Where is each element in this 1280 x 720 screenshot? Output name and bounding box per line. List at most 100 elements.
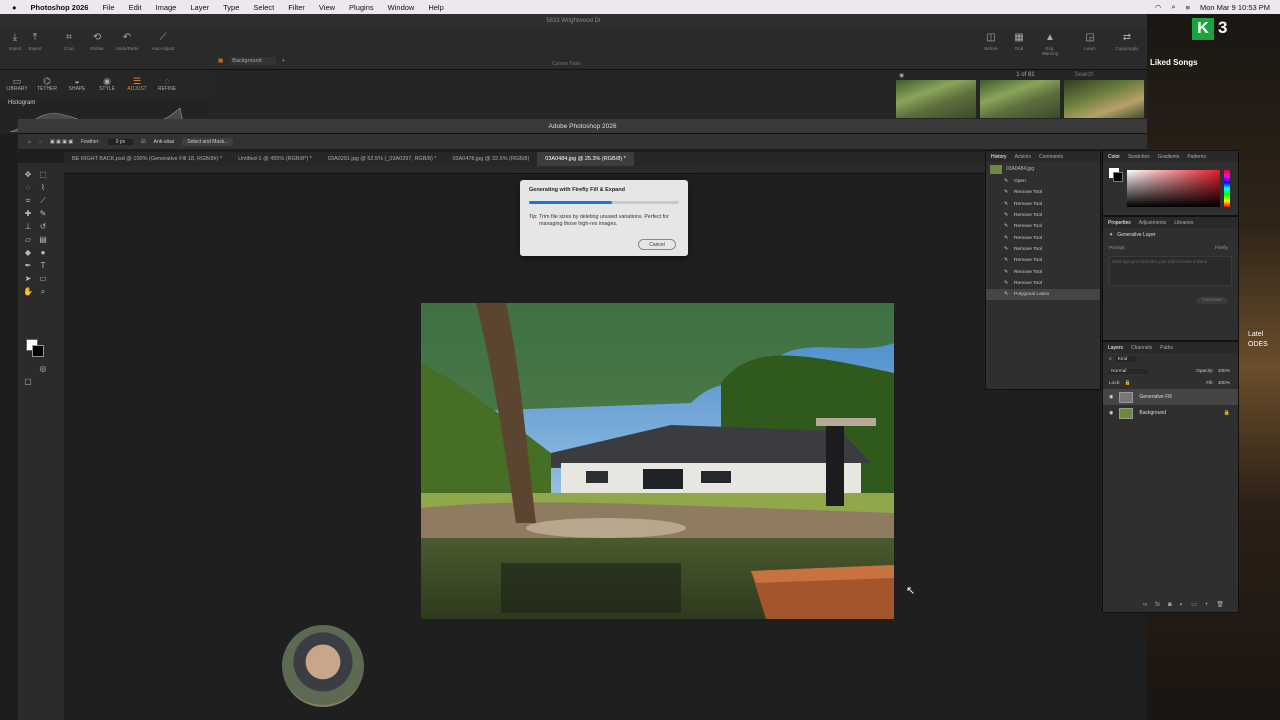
color-spectrum[interactable] [1127, 170, 1220, 207]
tab-paths[interactable]: Paths [1160, 345, 1173, 351]
auto-adjust-button[interactable]: ⟋ Auto Adjust [150, 32, 176, 51]
history-item[interactable]: ✎ Remove Tool [986, 210, 1100, 221]
pen-tool-icon[interactable]: ✒ [22, 260, 34, 271]
tab-actions[interactable]: Actions [1015, 154, 1031, 160]
menu-select[interactable]: Select [253, 3, 274, 12]
layer-row-background[interactable]: ◉ Background 🔒 [1103, 405, 1238, 421]
exposure-warning-button[interactable]: ▲ Exp. Warning [1037, 32, 1063, 56]
history-snapshot[interactable]: 03A0484.jpg [986, 162, 1100, 176]
history-item[interactable]: ✎ Open [986, 176, 1100, 187]
tab-swatches[interactable]: Swatches [1128, 154, 1150, 160]
link-icon[interactable]: ∞ [1143, 602, 1147, 608]
history-item[interactable]: ✎ Remove Tool [986, 278, 1100, 289]
type-tool-icon[interactable]: T [37, 260, 49, 271]
quick-mask-icon[interactable]: ◎ [37, 363, 49, 374]
quick-select-tool-icon[interactable]: ⌇ [37, 182, 49, 193]
learn-button[interactable]: ◲ Learn [1077, 32, 1103, 51]
copy-apply-button[interactable]: ⇄ Copy/Apply [1114, 32, 1140, 51]
select-and-mask-button[interactable]: Select and Mask... [182, 137, 234, 146]
crop-tool-icon[interactable]: ⌗ [22, 195, 34, 206]
screen-mode-icon[interactable]: ▢ [22, 376, 34, 387]
layer-select[interactable]: Background [229, 57, 276, 65]
feather-input[interactable]: 0 px [107, 138, 134, 145]
menu-plugins[interactable]: Plugins [349, 3, 374, 12]
menu-edit[interactable]: Edit [129, 3, 142, 12]
filmstrip-search[interactable]: Search [1075, 72, 1094, 78]
menu-help[interactable]: Help [428, 3, 443, 12]
tab-history[interactable]: History [991, 154, 1007, 160]
filmstrip-thumbnail[interactable] [980, 80, 1060, 118]
menu-layer[interactable]: Layer [190, 3, 209, 12]
cancel-button[interactable]: Cancel [638, 239, 676, 250]
wifi-icon[interactable]: ◠ [1155, 3, 1162, 12]
history-item[interactable]: ✎ Remove Tool [986, 232, 1100, 243]
zoom-tool-icon[interactable]: ⌕ [37, 286, 49, 297]
filmstrip-thumbnail[interactable] [896, 80, 976, 118]
document-image[interactable] [421, 303, 894, 619]
tab-library[interactable]: ▭ LIBRARY [4, 76, 30, 92]
menu-view[interactable]: View [319, 3, 335, 12]
anti-alias-checkbox[interactable]: ☑ [141, 139, 145, 145]
tab-gradients[interactable]: Gradients [1158, 154, 1180, 160]
tab-refine[interactable]: ◌ REFINE [154, 76, 180, 92]
tab-shape[interactable]: ◒ SHAPE [64, 76, 90, 92]
menu-file[interactable]: File [102, 3, 114, 12]
dodge-tool-icon[interactable]: ● [37, 247, 49, 258]
eye-icon[interactable]: ◉ [899, 72, 904, 79]
menu-window[interactable]: Window [388, 3, 415, 12]
doc-tab[interactable]: Untitled-1 @ 455% (RGB/8*) * [230, 152, 320, 166]
menu-type[interactable]: Type [223, 3, 239, 12]
grid-button[interactable]: ▦ Grid [1006, 32, 1032, 51]
control-center-icon[interactable]: ≡ [1186, 3, 1190, 12]
eye-icon[interactable]: ◉ [1109, 410, 1113, 416]
history-item[interactable]: ✎ Remove Tool [986, 266, 1100, 277]
trash-icon[interactable]: 🗑 [1216, 601, 1224, 608]
history-brush-icon[interactable]: ↺ [37, 221, 49, 232]
new-layer-icon[interactable]: + [1205, 602, 1209, 608]
bg-color-chip[interactable] [1113, 172, 1123, 182]
menu-image[interactable]: Image [156, 3, 177, 12]
folder-icon[interactable]: ▭ [1191, 601, 1197, 608]
hue-slider[interactable] [1224, 170, 1230, 207]
history-item[interactable]: ✎ Remove Tool [986, 244, 1100, 255]
filmstrip-thumbnail[interactable] [1064, 80, 1144, 118]
layer-row-generative-fill[interactable]: ◉ Generative Fill [1103, 389, 1238, 405]
add-layer-icon[interactable]: + [282, 58, 285, 64]
tab-style[interactable]: ◉ STYLE [94, 76, 120, 92]
clock[interactable]: Mon Mar 9 10:53 PM [1200, 3, 1270, 12]
prompt-input[interactable]: Start typing to describe your edit or le… [1109, 256, 1232, 286]
history-item[interactable]: ✎ Remove Tool [986, 255, 1100, 266]
tab-channels[interactable]: Channels [1131, 345, 1152, 351]
menu-filter[interactable]: Filter [288, 3, 305, 12]
tab-comments[interactable]: Comments [1039, 154, 1063, 160]
tab-adjust[interactable]: ☰ ADJUST [124, 76, 150, 92]
tab-color[interactable]: Color [1108, 154, 1120, 160]
layers-icon[interactable]: ▦ [218, 58, 223, 64]
background-color-swatch[interactable] [32, 345, 44, 357]
doc-tab[interactable]: 03A0291.jpg @ 52.5% (_03A0297, RGB/8) * [320, 152, 445, 166]
history-item[interactable]: ✎ Polygonal Lasso [986, 288, 1100, 301]
brush-tool-icon[interactable]: ✎ [37, 208, 49, 219]
tab-adjustments[interactable]: Adjustments [1139, 220, 1167, 226]
fx-icon[interactable]: fx [1155, 602, 1160, 608]
lasso-tool-icon[interactable]: ◌ [22, 182, 34, 193]
export-button[interactable]: ⤒ Export [22, 32, 48, 51]
marquee-tool-icon[interactable]: ⬚ [37, 169, 49, 180]
eyedropper-tool-icon[interactable]: ⟋ [37, 195, 49, 206]
tab-patterns[interactable]: Patterns [1187, 154, 1206, 160]
blend-mode-select[interactable]: Normal [1109, 368, 1149, 374]
tab-libraries[interactable]: Libraries [1174, 220, 1193, 226]
before-button[interactable]: ◫ Before [978, 32, 1004, 51]
undo-redo-button[interactable]: ↶ Undo/Redo [114, 32, 140, 51]
playlist-title[interactable]: Liked Songs [1150, 58, 1198, 67]
doc-tab[interactable]: BE RIGHT BACK.psd @ 100% (Generative Fil… [64, 152, 230, 166]
apple-icon[interactable]: ● [12, 3, 17, 12]
menu-app-name[interactable]: Photoshop 2026 [31, 3, 89, 12]
selection-mode-icons[interactable]: ▣ ▣ ▣ ▣ [50, 139, 73, 145]
rotate-button[interactable]: ⟲ Rotate [84, 32, 110, 51]
crop-button[interactable]: ⌗ Crop [56, 32, 82, 51]
stamp-tool-icon[interactable]: ⊥ [22, 221, 34, 232]
lasso-tool-icon[interactable]: ◌ [39, 139, 42, 145]
home-icon[interactable]: ⌂ [28, 139, 31, 145]
generate-button[interactable]: Generate [1195, 297, 1228, 304]
